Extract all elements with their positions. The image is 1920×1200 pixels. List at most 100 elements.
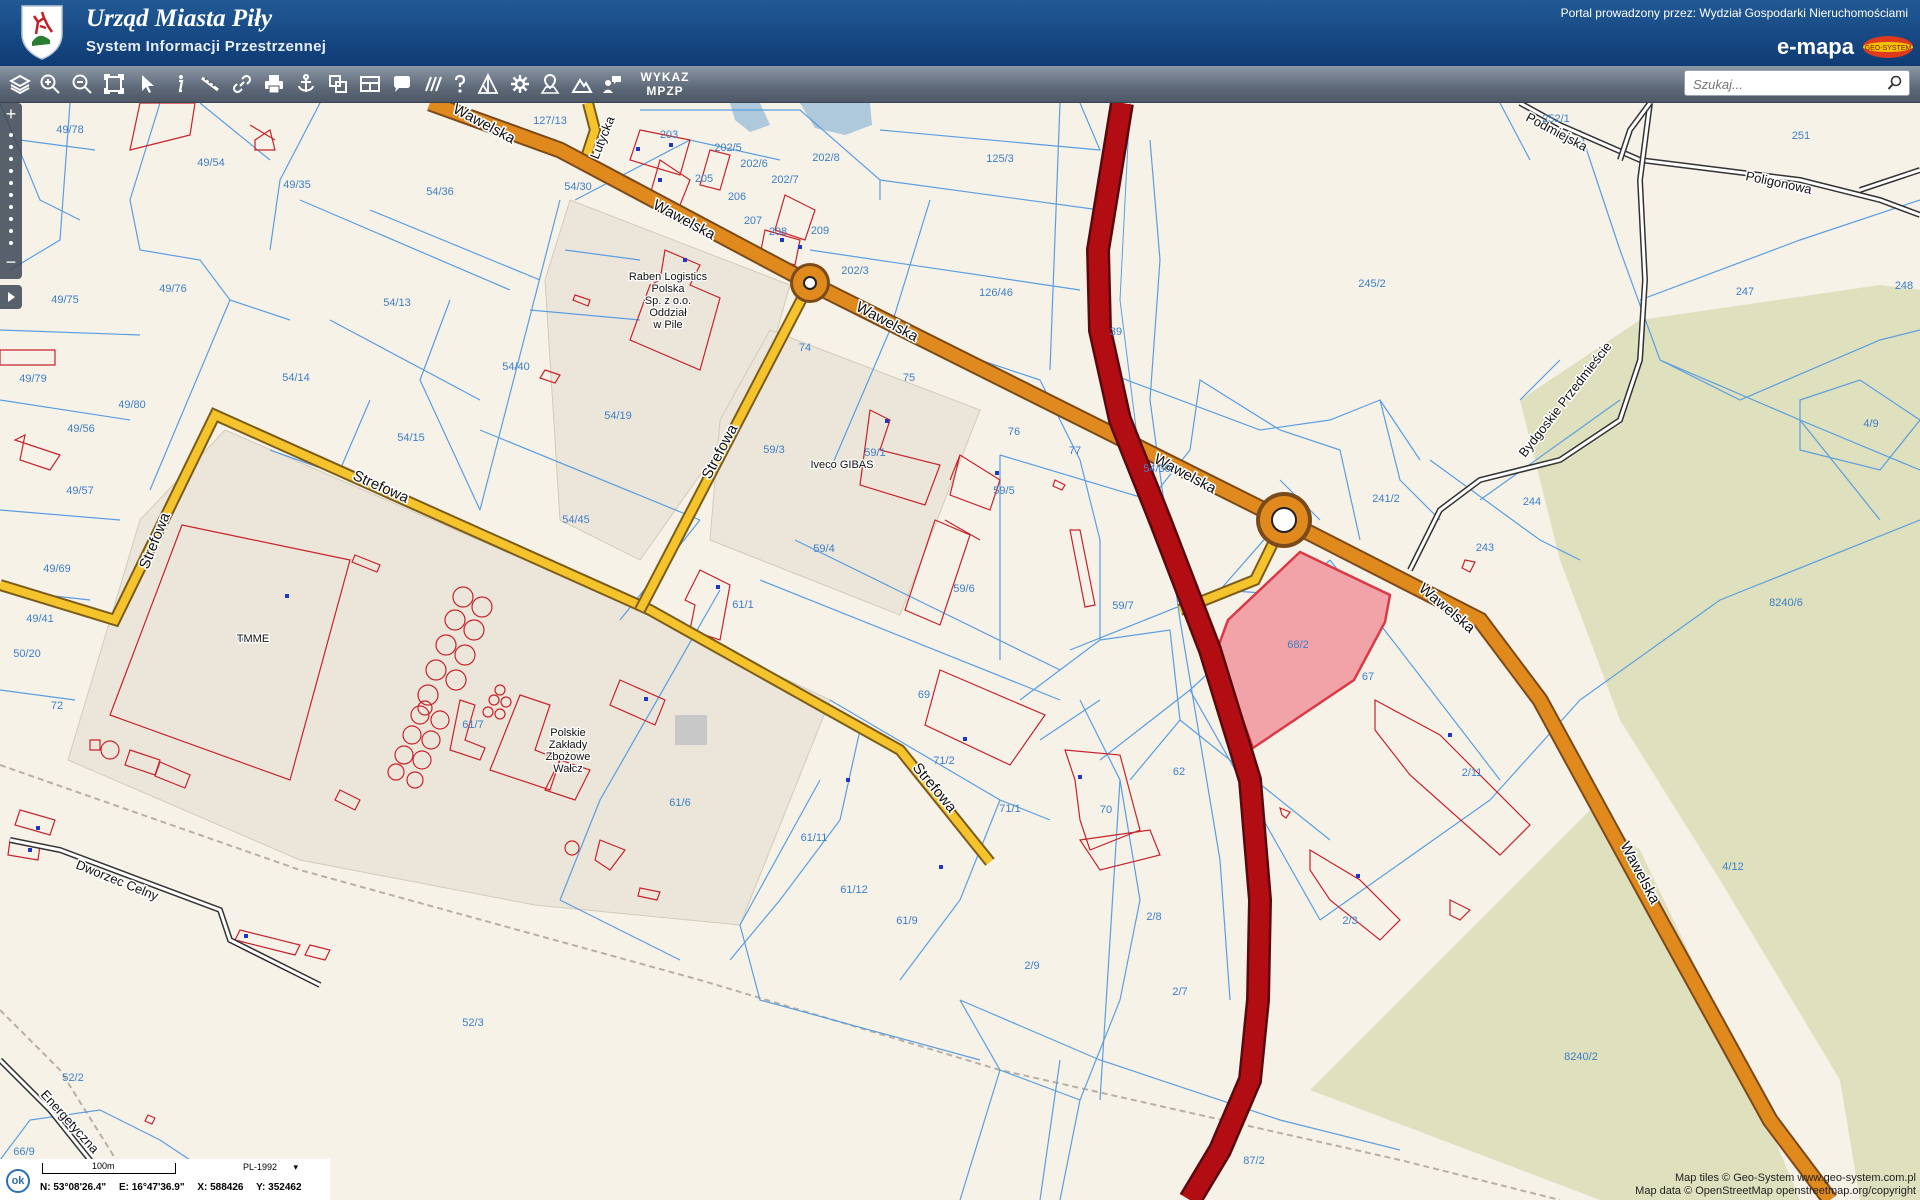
compare-icon[interactable] — [324, 70, 352, 98]
zoom-in-icon[interactable] — [36, 70, 64, 98]
search-box — [1684, 70, 1910, 96]
info-icon[interactable] — [166, 70, 194, 98]
map-canvas[interactable]: Wawelska Wawelska Wawelska Wawelska Wawe… — [0, 103, 1920, 1200]
geo-system-logo: GEO-SYSTEM — [1863, 36, 1913, 58]
panel-toggle-button[interactable] — [0, 285, 22, 309]
parcel-label: 202/6 — [740, 158, 768, 170]
parcel-label: 61/7 — [462, 719, 483, 731]
parcel-label: 59/5 — [993, 485, 1014, 497]
zoom-bar: + − — [0, 103, 22, 279]
parcel-label: 49/41 — [26, 613, 54, 625]
zoom-plus-button[interactable]: + — [2, 105, 20, 123]
anchor-icon[interactable] — [292, 70, 320, 98]
zoom-minus-button[interactable]: − — [2, 253, 20, 271]
parcel-label: 206 — [728, 191, 746, 203]
map-attribution: Map tiles © Geo-System www.geo-system.co… — [1635, 1172, 1916, 1198]
zoom-level-tick[interactable] — [9, 205, 13, 209]
parcel-label: 52/3 — [462, 1017, 483, 1029]
crs-select[interactable]: PL-1992 ▾ — [243, 1162, 298, 1173]
parcel-label: 251 — [1792, 130, 1810, 142]
zoom-level-tick[interactable] — [9, 157, 13, 161]
hatch-icon[interactable] — [420, 70, 448, 98]
parcel-label: 59/6 — [953, 583, 974, 595]
comment-icon[interactable] — [388, 70, 416, 98]
parcel-label: 243 — [1476, 542, 1494, 554]
parcel-label: 68/2 — [1287, 639, 1308, 651]
parcel-label: 54/40 — [502, 361, 530, 373]
triangle-icon[interactable] — [474, 70, 502, 98]
layout-icon[interactable] — [356, 70, 384, 98]
parcel-label: 247 — [1736, 286, 1754, 298]
toolbar: WYKAZ MPZP — [0, 66, 1920, 103]
zoom-out-icon[interactable] — [68, 70, 96, 98]
parcel-label: 49/69 — [43, 563, 71, 575]
zoom-level-tick[interactable] — [9, 181, 13, 185]
place-label: Sp. z o.o. — [645, 295, 691, 307]
parcel-label: 54/30 — [564, 181, 592, 193]
user-comment-icon[interactable] — [598, 70, 626, 98]
layers-icon[interactable] — [6, 70, 34, 98]
tiles-attribution[interactable]: Map tiles © Geo-System www.geo-system.co… — [1635, 1172, 1916, 1185]
zoom-level-tick[interactable] — [9, 229, 13, 233]
play-icon — [8, 292, 15, 302]
parcel-label: 61/1 — [732, 599, 753, 611]
link-icon[interactable] — [228, 70, 256, 98]
select-arrow-icon[interactable] — [134, 70, 162, 98]
pin-map-icon[interactable] — [536, 70, 564, 98]
place-label: Polska — [651, 283, 685, 295]
wykaz-mpzp-button[interactable]: WYKAZ MPZP — [636, 70, 694, 98]
place-label: Oddział — [649, 307, 687, 319]
parcel-label: 54/13 — [383, 297, 411, 309]
zoom-level-tick[interactable] — [9, 193, 13, 197]
parcel-label: 203 — [660, 129, 678, 141]
parcel-label: 71/1 — [999, 803, 1020, 815]
parcel-label: 69 — [918, 689, 930, 701]
app-subtitle: System Informacji Przestrzennej — [86, 38, 327, 55]
parcel-label: 49/35 — [283, 179, 311, 191]
scale-label: 100m — [92, 1161, 115, 1171]
data-attribution[interactable]: Map data © OpenStreetMap openstreetmap.o… — [1635, 1185, 1916, 1198]
terrain-icon[interactable] — [568, 70, 596, 98]
parcel-label: 2/8 — [1146, 911, 1161, 923]
zoom-level-tick[interactable] — [9, 241, 13, 245]
parcel-label: 59/7 — [1112, 600, 1133, 612]
parcel-label: 50/20 — [13, 648, 41, 660]
zoom-level-tick[interactable] — [9, 133, 13, 137]
parcel-label: 8240/6 — [1769, 597, 1803, 609]
print-icon[interactable] — [260, 70, 288, 98]
portal-info: Portal prowadzony przez: Wydział Gospoda… — [1560, 6, 1908, 20]
parcel-label: 49/54 — [197, 157, 225, 169]
zoom-level-tick[interactable] — [9, 145, 13, 149]
help-icon[interactable] — [446, 70, 474, 98]
zoom-level-tick[interactable] — [9, 217, 13, 221]
parcel-label: 66/9 — [13, 1146, 34, 1158]
parcel-label: 245/2 — [1358, 278, 1386, 290]
parcel-label: 54/36 — [426, 186, 454, 198]
parcel-label: 54/19 — [604, 410, 632, 422]
parcel-label: 75 — [903, 372, 915, 384]
parcel-label: 71/2 — [933, 755, 954, 767]
parcel-label: 252/1 — [1542, 113, 1570, 125]
search-icon[interactable] — [1887, 75, 1903, 91]
zoom-extent-icon[interactable] — [100, 70, 128, 98]
settings-icon[interactable] — [506, 70, 534, 98]
parcel-label: 49/76 — [159, 283, 187, 295]
parcel-label: 61/9 — [896, 915, 917, 927]
parcel-label: 59/1 — [864, 447, 885, 459]
parcel-label: 59/3 — [763, 444, 784, 456]
parcel-label: 49/56 — [67, 423, 95, 435]
measure-icon[interactable] — [196, 70, 224, 98]
place-label: Zakłady — [549, 739, 588, 751]
parcel-label: 8240/2 — [1564, 1051, 1598, 1063]
search-input[interactable] — [1691, 74, 1885, 94]
zoom-level-tick[interactable] — [9, 169, 13, 173]
place-label: Polskie — [550, 727, 585, 739]
geo-system-logo-text: GEO-SYSTEM — [1865, 45, 1912, 52]
header-bar: Urząd Miasta Piły System Informacji Prze… — [0, 0, 1920, 66]
parcel-label: 49/78 — [56, 124, 84, 136]
parcel-label: 202/3 — [841, 265, 869, 277]
parcel-label: 62 — [1173, 766, 1185, 778]
ok-button[interactable]: ok — [6, 1169, 30, 1193]
parcel-label: 126/46 — [979, 287, 1013, 299]
parcel-label: 49/79 — [19, 373, 47, 385]
